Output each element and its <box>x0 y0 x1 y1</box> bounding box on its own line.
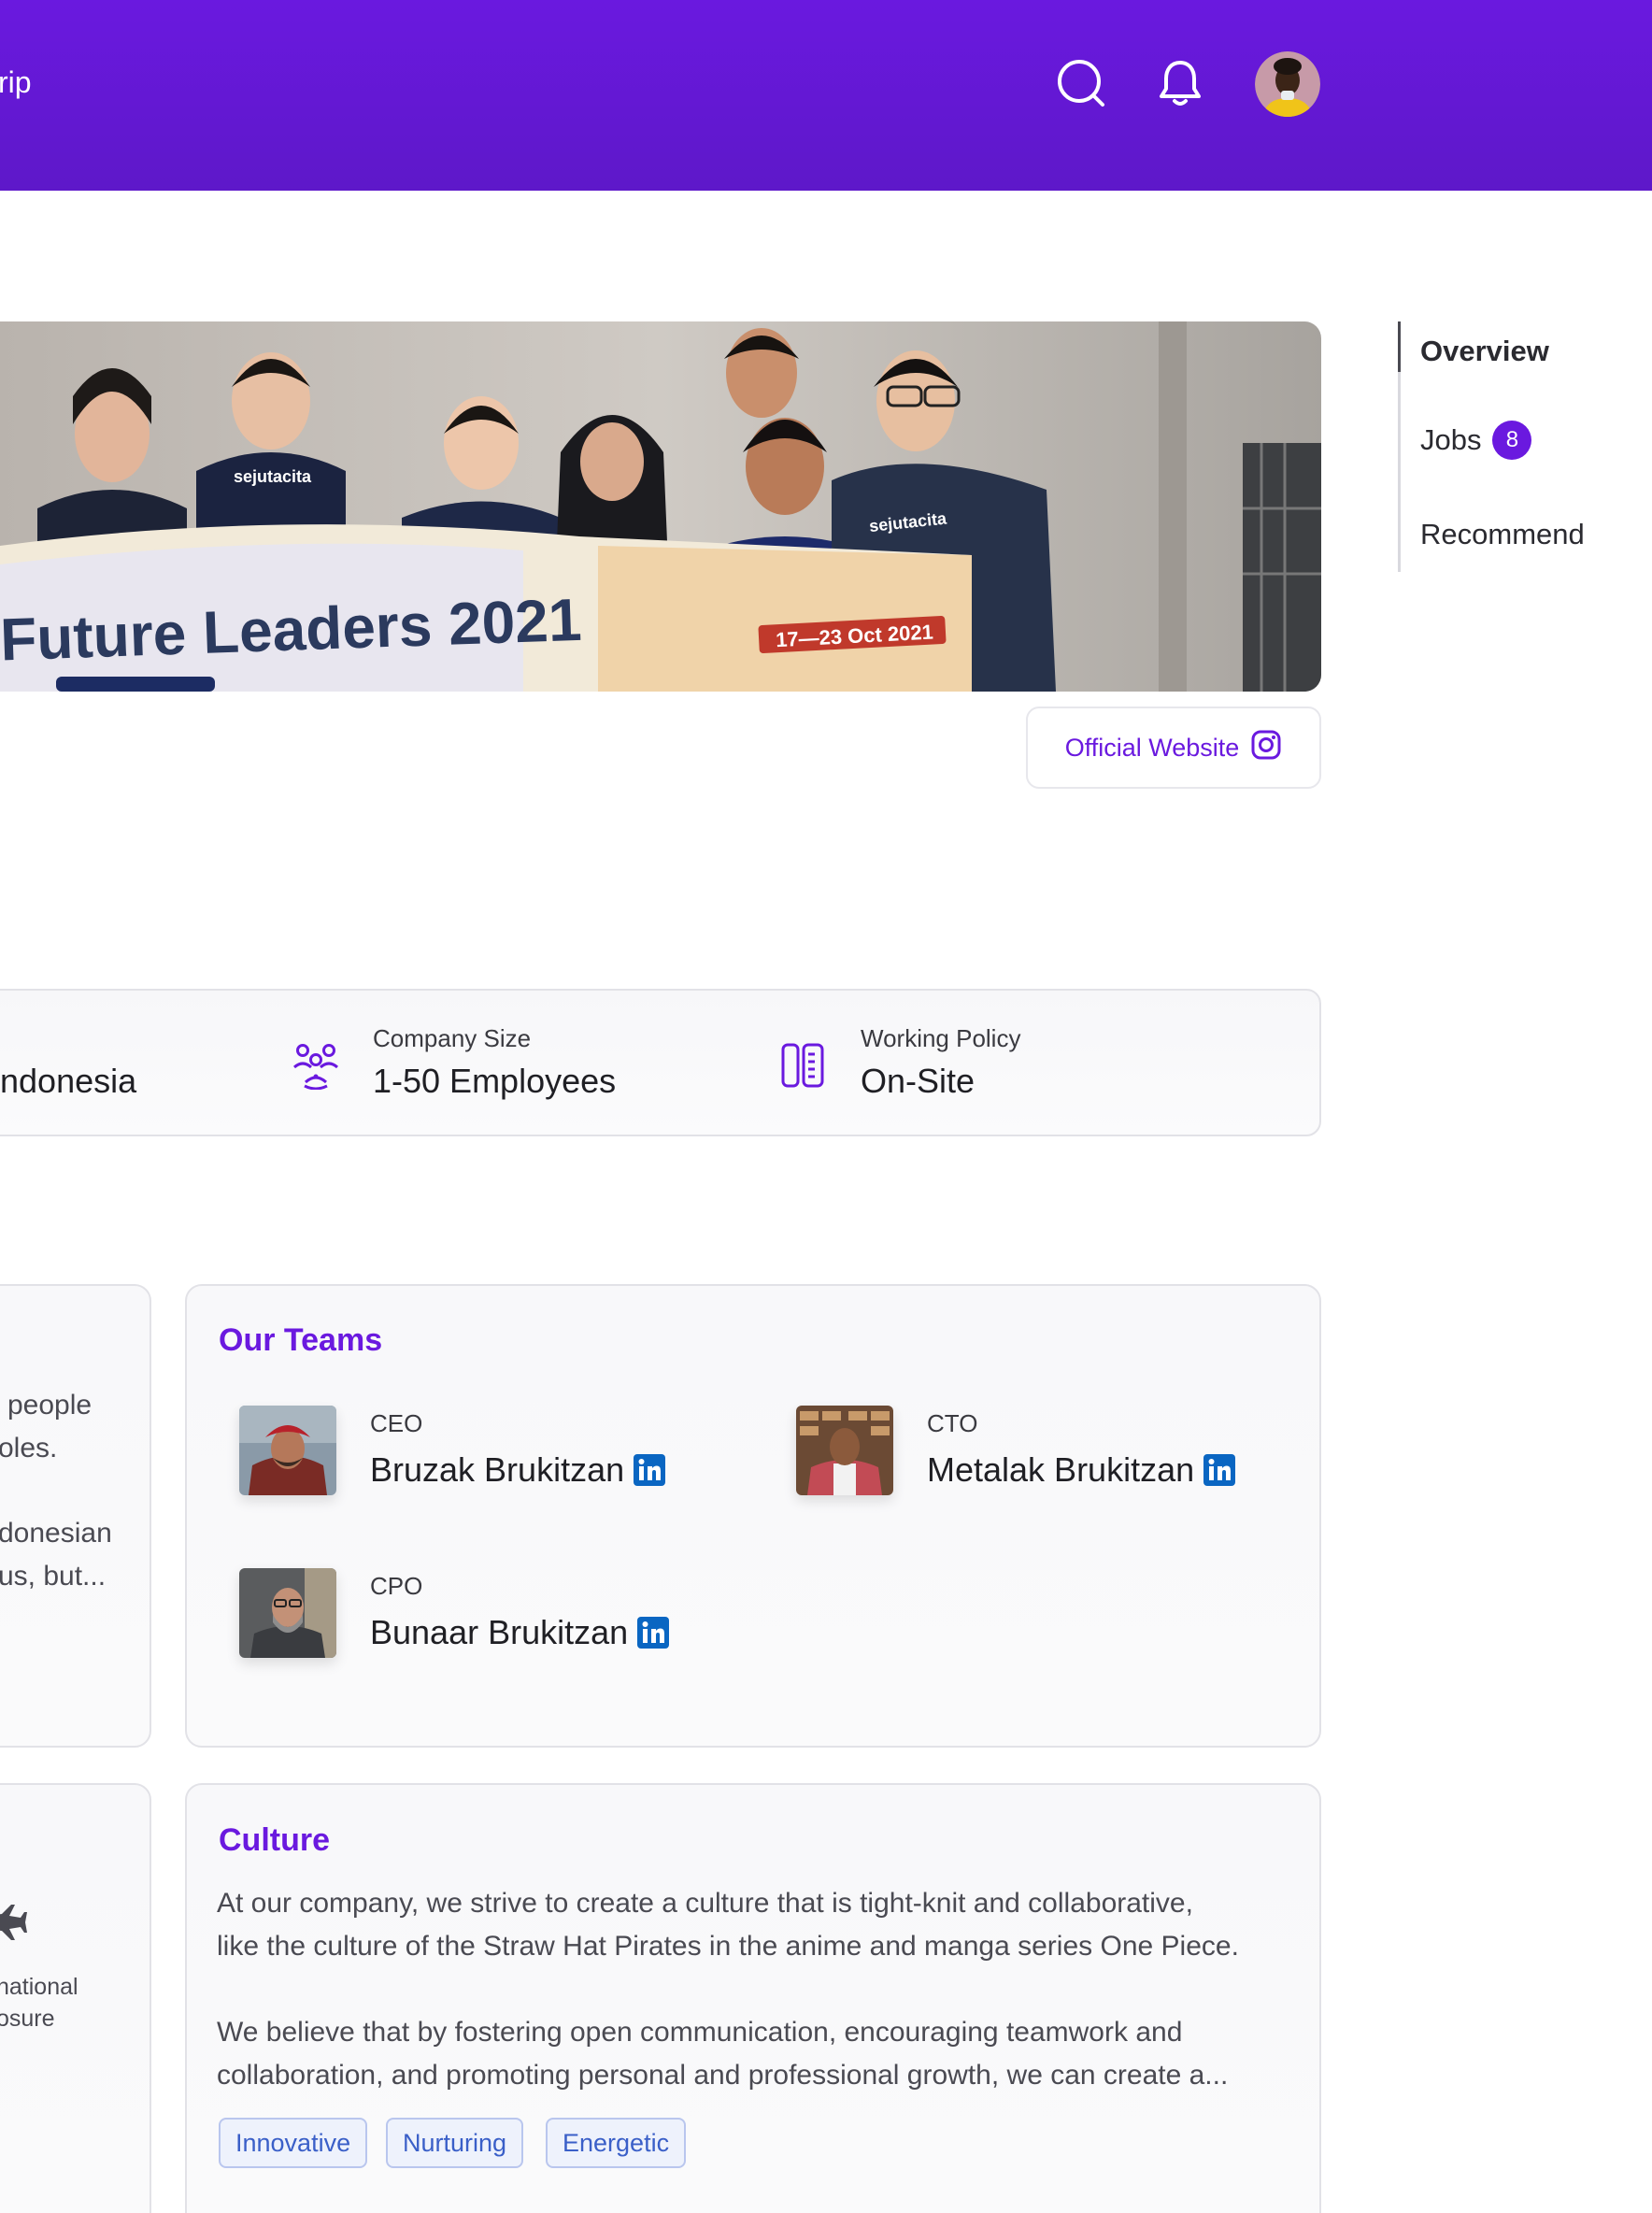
member-role: CEO <box>370 1409 423 1437</box>
official-website-button[interactable]: Official Website <box>1026 707 1321 789</box>
jobs-count-badge: 8 <box>1492 421 1532 460</box>
instagram-icon <box>1250 729 1282 767</box>
member-name: Bruzak Brukitzan <box>370 1450 666 1490</box>
about-text-line: us, but... <box>0 1561 107 1592</box>
about-text-line: people <box>7 1390 93 1421</box>
company-size-label: Company Size <box>373 1024 532 1052</box>
member-photo <box>239 1568 336 1658</box>
official-website-label: Official Website <box>1064 733 1240 762</box>
side-nav-overview[interactable]: Overview <box>1420 335 1549 368</box>
benefit-text-line: national <box>0 1974 78 2000</box>
linkedin-icon[interactable] <box>634 1454 666 1486</box>
user-avatar[interactable] <box>1255 51 1320 117</box>
culture-tag: Nurturing <box>386 2118 524 2168</box>
working-policy-value: On-Site <box>861 1062 976 1100</box>
search-icon[interactable] <box>1056 58 1106 108</box>
active-indicator <box>1398 321 1401 372</box>
working-policy-label: Working Policy <box>861 1024 1021 1052</box>
member-role: CTO <box>927 1409 978 1437</box>
culture-title: Culture <box>219 1822 330 1858</box>
side-nav-jobs[interactable]: Jobs 8 <box>1420 421 1532 460</box>
company-hero-image: 17—23 Oct 2021 Future Leaders 2021 sejut… <box>0 321 1321 692</box>
working-policy-icon <box>779 1041 826 1094</box>
company-info-strip: ndonesia Company Size 1-50 Employees Wor… <box>0 989 1321 1136</box>
member-name: Metalak Brukitzan <box>927 1450 1236 1490</box>
about-text-line: oles. <box>0 1433 58 1463</box>
company-size-value: 1-50 Employees <box>373 1062 617 1100</box>
location-value: ndonesia <box>0 1062 137 1100</box>
member-photo <box>239 1406 336 1495</box>
culture-paragraph-line: like the culture of the Straw Hat Pirate… <box>217 1931 1239 1962</box>
shirt-logo: sejutacita <box>234 467 312 486</box>
airplane-icon <box>0 1903 28 1949</box>
culture-tag: Innovative <box>219 2118 368 2168</box>
nav-link-fragment[interactable]: rip <box>0 65 32 100</box>
culture-tag: Energetic <box>546 2118 687 2168</box>
culture-paragraph-line: collaboration, and promoting personal an… <box>217 2060 1229 2091</box>
our-teams-title: Our Teams <box>219 1322 383 1358</box>
about-text-line: donesian <box>0 1518 112 1549</box>
member-role: CPO <box>370 1572 423 1600</box>
bell-icon[interactable] <box>1155 58 1205 108</box>
culture-paragraph-line: At our company, we strive to create a cu… <box>217 1888 1193 1919</box>
member-name: Bunaar Brukitzan <box>370 1613 670 1652</box>
benefit-text-line: osure <box>0 2006 55 2032</box>
section-side-nav: Overview Jobs 8 Recommend <box>1398 321 1641 572</box>
side-nav-recommend[interactable]: Recommend <box>1420 518 1585 551</box>
top-navbar: rip <box>0 0 1652 191</box>
linkedin-icon[interactable] <box>1203 1454 1236 1486</box>
member-photo <box>796 1406 893 1495</box>
linkedin-icon[interactable] <box>637 1617 670 1649</box>
culture-paragraph-line: We believe that by fostering open commun… <box>217 2017 1183 2048</box>
people-icon <box>292 1041 340 1094</box>
